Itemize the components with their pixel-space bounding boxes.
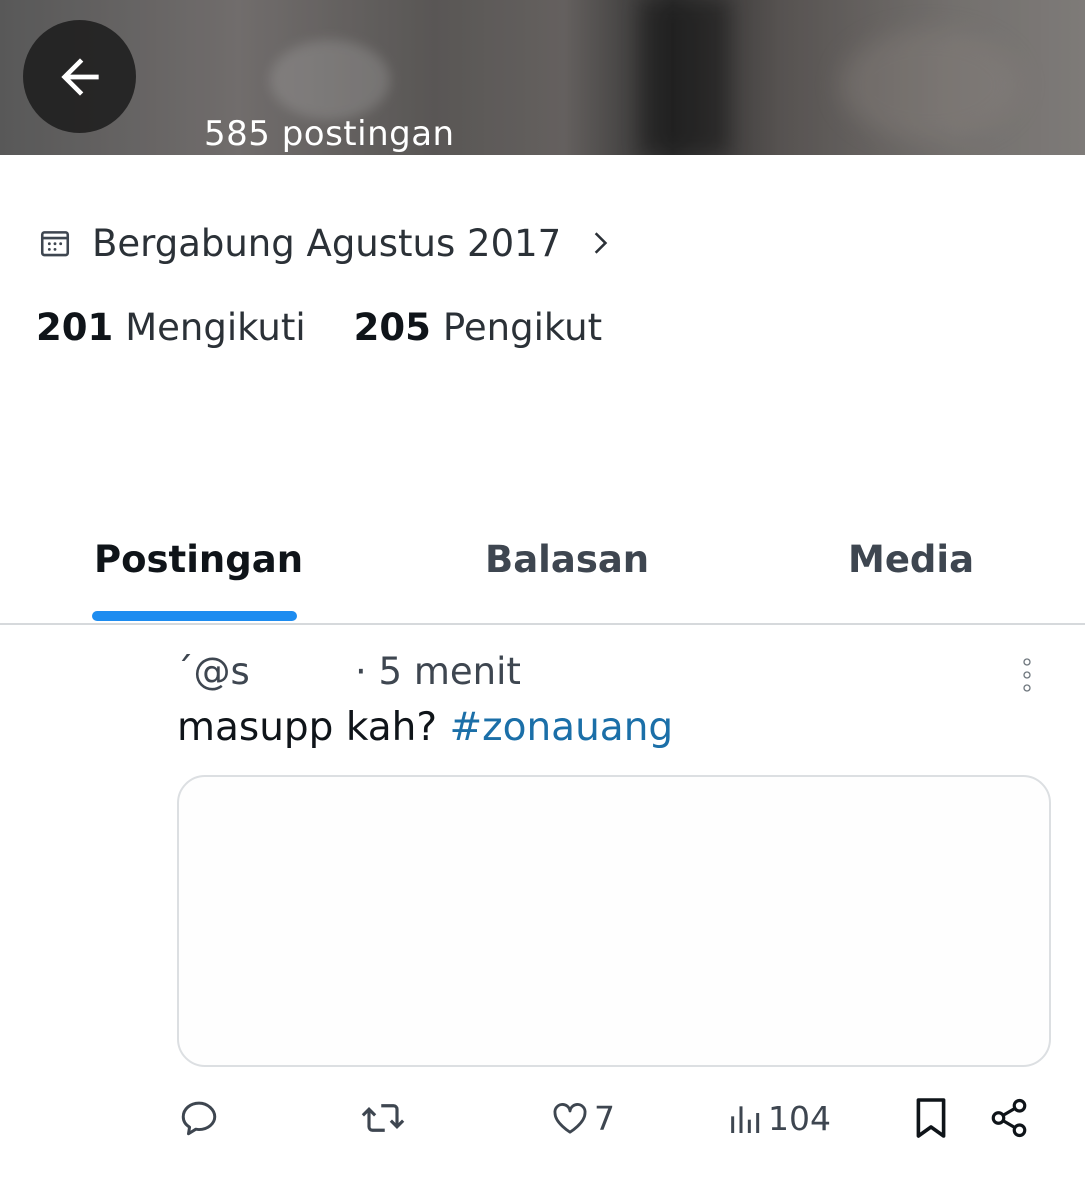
tab-replies[interactable]: Balasan <box>485 538 649 581</box>
post-actions: 7 104 <box>0 1090 1085 1150</box>
back-arrow-icon <box>60 57 99 96</box>
post-text: masupp kah? #zonauang <box>177 705 673 750</box>
post-body: masupp kah? <box>177 705 450 750</box>
repost-button[interactable] <box>360 1090 406 1146</box>
share-button[interactable] <box>988 1090 1030 1146</box>
post-handle[interactable]: ˊ@s <box>175 650 355 693</box>
tab-media[interactable]: Media <box>848 538 974 581</box>
share-icon <box>991 1098 1027 1138</box>
bookmark-icon <box>916 1098 946 1138</box>
followers-label: Pengikut <box>442 306 603 349</box>
profile-tabs: Postingan Balasan Media <box>0 520 1085 625</box>
chevron-right-icon <box>594 232 608 254</box>
profile-banner: 585 postingan <box>0 0 1085 155</box>
following-link[interactable]: 201 Mengikuti <box>36 306 306 349</box>
followers-count: 205 <box>353 306 431 349</box>
followers-link[interactable]: 205 Pengikut <box>354 306 602 349</box>
tab-posts[interactable]: Postingan <box>94 538 303 581</box>
reply-icon <box>181 1101 217 1136</box>
reply-button[interactable] <box>178 1090 220 1146</box>
like-button[interactable]: 7 <box>550 1090 615 1146</box>
joined-date-text: Bergabung Agustus 2017 <box>92 221 562 265</box>
post-meta: ˊ@s · 5 menit <box>175 650 521 693</box>
views-button[interactable]: 104 <box>728 1090 831 1146</box>
back-button[interactable] <box>23 20 136 133</box>
post-media[interactable] <box>177 775 1051 1067</box>
calendar-icon <box>40 231 70 257</box>
post-time: · 5 menit <box>355 650 521 693</box>
following-count: 201 <box>36 306 114 349</box>
more-vertical-icon[interactable] <box>1017 656 1037 696</box>
like-count: 7 <box>594 1098 615 1138</box>
follow-stats: 201 Mengikuti 205 Pengikut <box>36 306 602 349</box>
active-tab-indicator <box>92 611 297 621</box>
views-count: 104 <box>768 1098 831 1138</box>
header-post-count: 585 postingan <box>204 114 455 154</box>
repost-icon <box>361 1104 405 1132</box>
like-icon <box>553 1103 587 1134</box>
bookmark-button[interactable] <box>913 1090 949 1146</box>
post-hashtag[interactable]: #zonauang <box>449 705 673 750</box>
joined-date-row[interactable]: Bergabung Agustus 2017 <box>38 218 613 268</box>
views-icon <box>731 1106 760 1133</box>
following-label: Mengikuti <box>125 306 306 349</box>
